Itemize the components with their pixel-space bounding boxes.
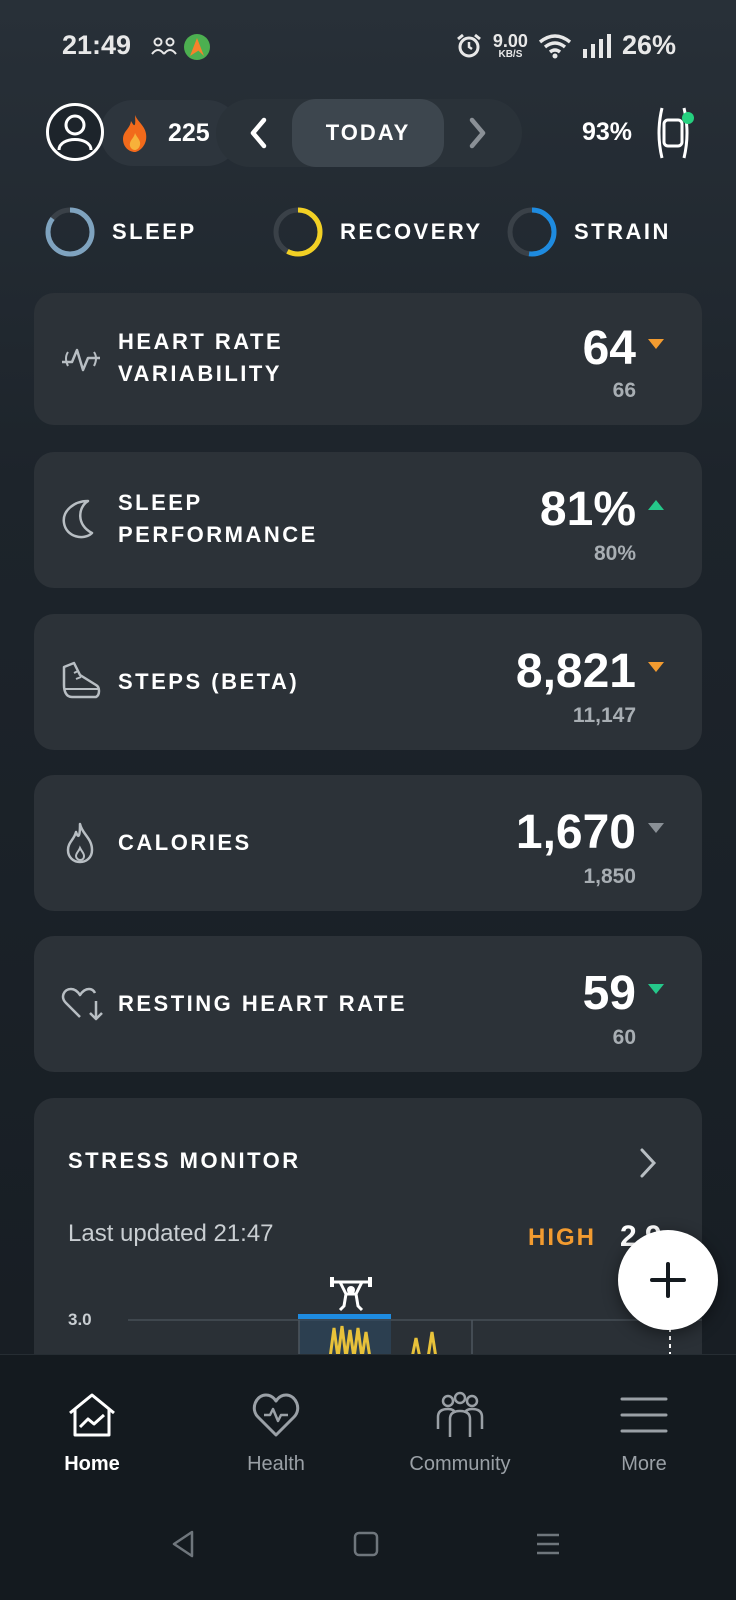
home-chart-icon — [69, 1393, 115, 1437]
tab-strain[interactable]: STRAIN — [506, 206, 671, 258]
strava-app-icon — [184, 34, 210, 60]
metric-label-line1: HEART RATE — [118, 329, 284, 354]
profile-avatar[interactable] — [46, 103, 104, 161]
metric-label-line2: VARIABILITY — [118, 361, 282, 386]
people-icon — [436, 1391, 484, 1437]
nav-health[interactable]: Health — [184, 1391, 368, 1476]
recents-menu-icon[interactable] — [534, 1530, 562, 1558]
network-speed: 9.00 KB/S — [493, 32, 528, 60]
date-today-button[interactable]: TODAY — [292, 99, 444, 167]
recovery-ring-icon — [273, 207, 323, 257]
back-triangle-icon[interactable] — [168, 1528, 198, 1560]
tab-sleep[interactable]: SLEEP — [44, 206, 197, 258]
metric-value: 8,821 — [515, 645, 636, 698]
plus-icon — [650, 1262, 686, 1298]
trend-up-icon — [648, 500, 664, 510]
metric-baseline: 66 — [612, 379, 636, 402]
metric-label: RESTING HEART RATE — [118, 991, 408, 1016]
nav-home[interactable]: Home — [0, 1391, 184, 1476]
home-square-icon[interactable] — [352, 1530, 380, 1558]
network-speed-unit: KB/S — [498, 48, 523, 60]
status-right-group: 9.00 KB/S 26% — [455, 30, 676, 61]
nav-home-label: Home — [64, 1453, 120, 1475]
heart-pulse-icon — [252, 1393, 300, 1437]
tab-strain-label: STRAIN — [574, 219, 671, 244]
trend-down-icon — [648, 662, 664, 672]
metric-label: CALORIES — [118, 830, 252, 855]
tab-recovery-label: RECOVERY — [340, 219, 483, 244]
metric-card-resting-heart-rate[interactable]: RESTING HEART RATE 59 60 — [34, 936, 702, 1072]
metric-value: 81% — [539, 483, 636, 536]
signal-icon — [582, 33, 611, 58]
battery-percent: 26% — [621, 30, 676, 60]
metric-baseline: 11,147 — [572, 704, 636, 727]
metric-baseline: 80% — [593, 542, 636, 565]
nav-more-label: More — [621, 1453, 667, 1475]
nav-community[interactable]: Community — [368, 1391, 552, 1476]
streak-count: 225 — [168, 118, 210, 147]
network-speed-value: 9.00 — [492, 30, 528, 51]
prev-day-button[interactable] — [244, 114, 274, 152]
metric-label: HEART RATE VARIABILITY — [118, 326, 283, 390]
stress-last-updated: Last updated 21:47 — [68, 1220, 274, 1247]
band-battery: 93% — [582, 118, 633, 146]
metric-baseline: 60 — [612, 1026, 636, 1049]
tab-recovery[interactable]: RECOVERY — [272, 206, 483, 258]
tab-sleep-label: SLEEP — [112, 219, 197, 244]
metric-card-sleep-performance[interactable]: SLEEP PERFORMANCE 81% 80% — [34, 452, 702, 588]
flame-icon — [66, 822, 94, 864]
user-icon — [57, 114, 93, 151]
metric-label: STEPS (BETA) — [118, 669, 300, 694]
fire-icon — [123, 115, 147, 152]
wifi-icon — [538, 33, 572, 58]
metric-card-hrv[interactable]: HEART RATE VARIABILITY 64 66 — [34, 293, 702, 425]
metric-label-line1: SLEEP — [118, 490, 203, 515]
stress-chart — [128, 1314, 702, 1358]
system-nav-bar — [0, 1488, 736, 1600]
moon-icon — [62, 499, 94, 539]
stress-title: STRESS MONITOR — [68, 1148, 301, 1173]
metric-value: 1,670 — [515, 806, 636, 859]
heart-down-icon — [61, 987, 103, 1021]
menu-icon — [620, 1397, 668, 1433]
metric-card-steps[interactable]: STEPS (BETA) 8,821 11,147 — [34, 614, 702, 750]
nav-more[interactable]: More — [552, 1391, 736, 1476]
stress-level: HIGH — [528, 1224, 596, 1251]
strain-ring-icon — [507, 207, 557, 257]
next-day-button[interactable] — [462, 114, 492, 152]
add-button[interactable] — [618, 1230, 718, 1330]
metric-baseline: 1,850 — [583, 865, 636, 888]
trend-down-icon — [648, 823, 664, 833]
metric-label-line2: PERFORMANCE — [118, 522, 318, 547]
metric-value: 59 — [582, 967, 636, 1020]
group-icon — [151, 37, 177, 55]
sleep-ring-icon — [45, 207, 95, 257]
trend-down-icon — [648, 339, 664, 349]
chevron-right-icon[interactable] — [638, 1146, 658, 1180]
hrv-pulse-icon — [62, 348, 100, 372]
bottom-nav: Home Health Community More — [0, 1354, 736, 1488]
stress-monitor-card[interactable]: STRESS MONITOR Last updated 21:47 HIGH 2… — [34, 1098, 702, 1358]
nav-health-label: Health — [247, 1453, 305, 1475]
shoe-icon — [62, 661, 101, 699]
metric-label: SLEEP PERFORMANCE — [118, 487, 318, 551]
nav-community-label: Community — [409, 1453, 511, 1475]
metric-card-calories[interactable]: CALORIES 1,670 1,850 — [34, 775, 702, 911]
trend-down-icon — [648, 984, 664, 994]
wearable-band-icon[interactable] — [652, 104, 694, 162]
alarm-icon — [456, 33, 481, 57]
status-time: 21:49 — [62, 30, 132, 60]
metric-value: 64 — [582, 322, 636, 375]
